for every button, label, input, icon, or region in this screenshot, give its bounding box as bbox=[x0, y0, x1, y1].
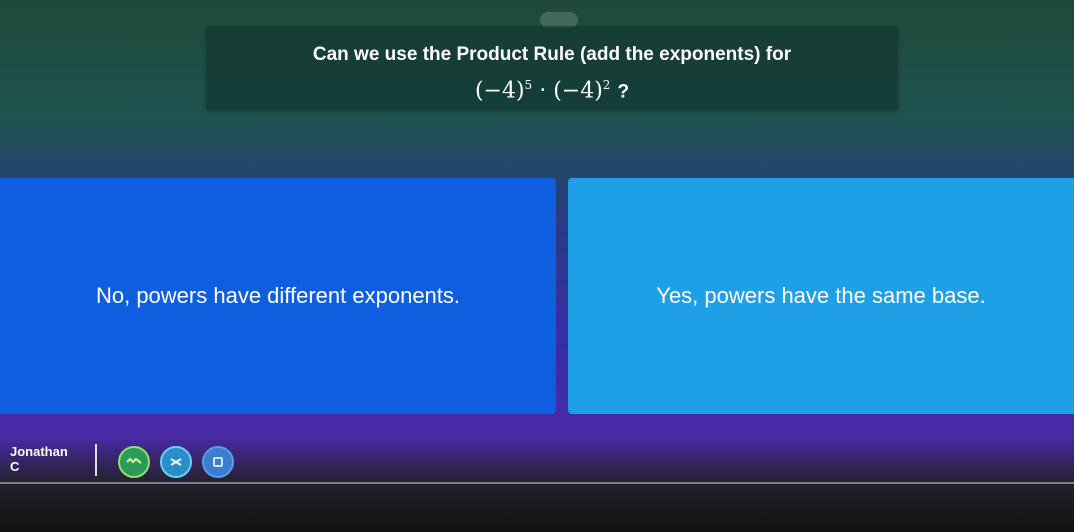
math-exponent-2: 2 bbox=[602, 78, 611, 92]
math-exponent-1: 5 bbox=[524, 78, 533, 92]
math-dot: · bbox=[539, 78, 547, 104]
powerup-1-icon[interactable] bbox=[118, 446, 150, 478]
bottom-divider bbox=[0, 482, 1074, 484]
question-mark: ? bbox=[617, 81, 630, 103]
question-text: Can we use the Product Rule (add the exp… bbox=[312, 44, 792, 65]
player-bar: Jonathan C bbox=[0, 434, 1074, 482]
powerup-2-icon[interactable] bbox=[160, 446, 192, 478]
player-name: Jonathan bbox=[10, 444, 68, 459]
answer-option-yes[interactable]: Yes, powers have the same base. bbox=[568, 178, 1074, 414]
math-base-1: (−4) bbox=[474, 78, 525, 104]
quiz-screen: Can we use the Product Rule (add the exp… bbox=[0, 0, 1074, 532]
player-divider bbox=[95, 444, 97, 476]
math-base-2: (−4) bbox=[553, 78, 603, 104]
question-math: (−4)5 · (−4)2 ? bbox=[206, 70, 898, 107]
question-card: Can we use the Product Rule (add the exp… bbox=[206, 26, 898, 110]
answer-option-yes-label: Yes, powers have the same base. bbox=[656, 283, 986, 308]
answer-option-no[interactable]: No, powers have different exponents. bbox=[0, 178, 556, 414]
player-initial: C bbox=[10, 459, 20, 474]
powerup-3-icon[interactable] bbox=[202, 446, 234, 478]
answer-option-no-label: No, powers have different exponents. bbox=[95, 283, 461, 308]
